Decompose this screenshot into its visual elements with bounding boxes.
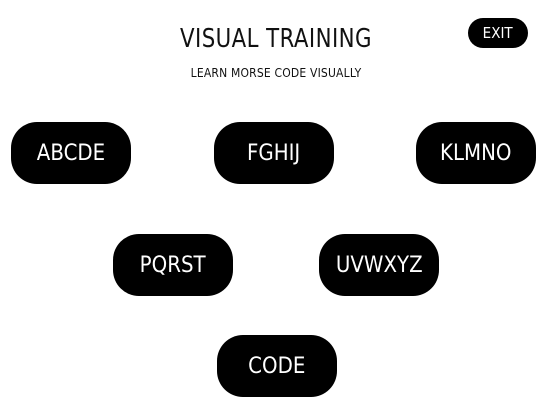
pqrst-button-label: PQRST — [140, 252, 206, 278]
pqrst-button[interactable]: PQRST — [113, 234, 233, 296]
page-title: VISUAL TRAINING — [180, 24, 372, 54]
fghij-button-label: FGHIJ — [247, 140, 301, 166]
uvwxyz-button-label: UVWXYZ — [335, 252, 423, 278]
abcde-button[interactable]: ABCDE — [11, 122, 131, 184]
uvwxyz-button[interactable]: UVWXYZ — [319, 234, 439, 296]
code-button[interactable]: CODE — [217, 335, 337, 397]
klmno-button-label: KLMNO — [440, 140, 512, 166]
fghij-button[interactable]: FGHIJ — [214, 122, 334, 184]
code-button-label: CODE — [248, 353, 306, 379]
page-subtitle: LEARN MORSE CODE VISUALLY — [190, 66, 362, 80]
exit-button[interactable]: EXIT — [468, 18, 528, 48]
klmno-button[interactable]: KLMNO — [416, 122, 536, 184]
abcde-button-label: ABCDE — [36, 140, 106, 166]
exit-button-label: EXIT — [482, 24, 514, 42]
